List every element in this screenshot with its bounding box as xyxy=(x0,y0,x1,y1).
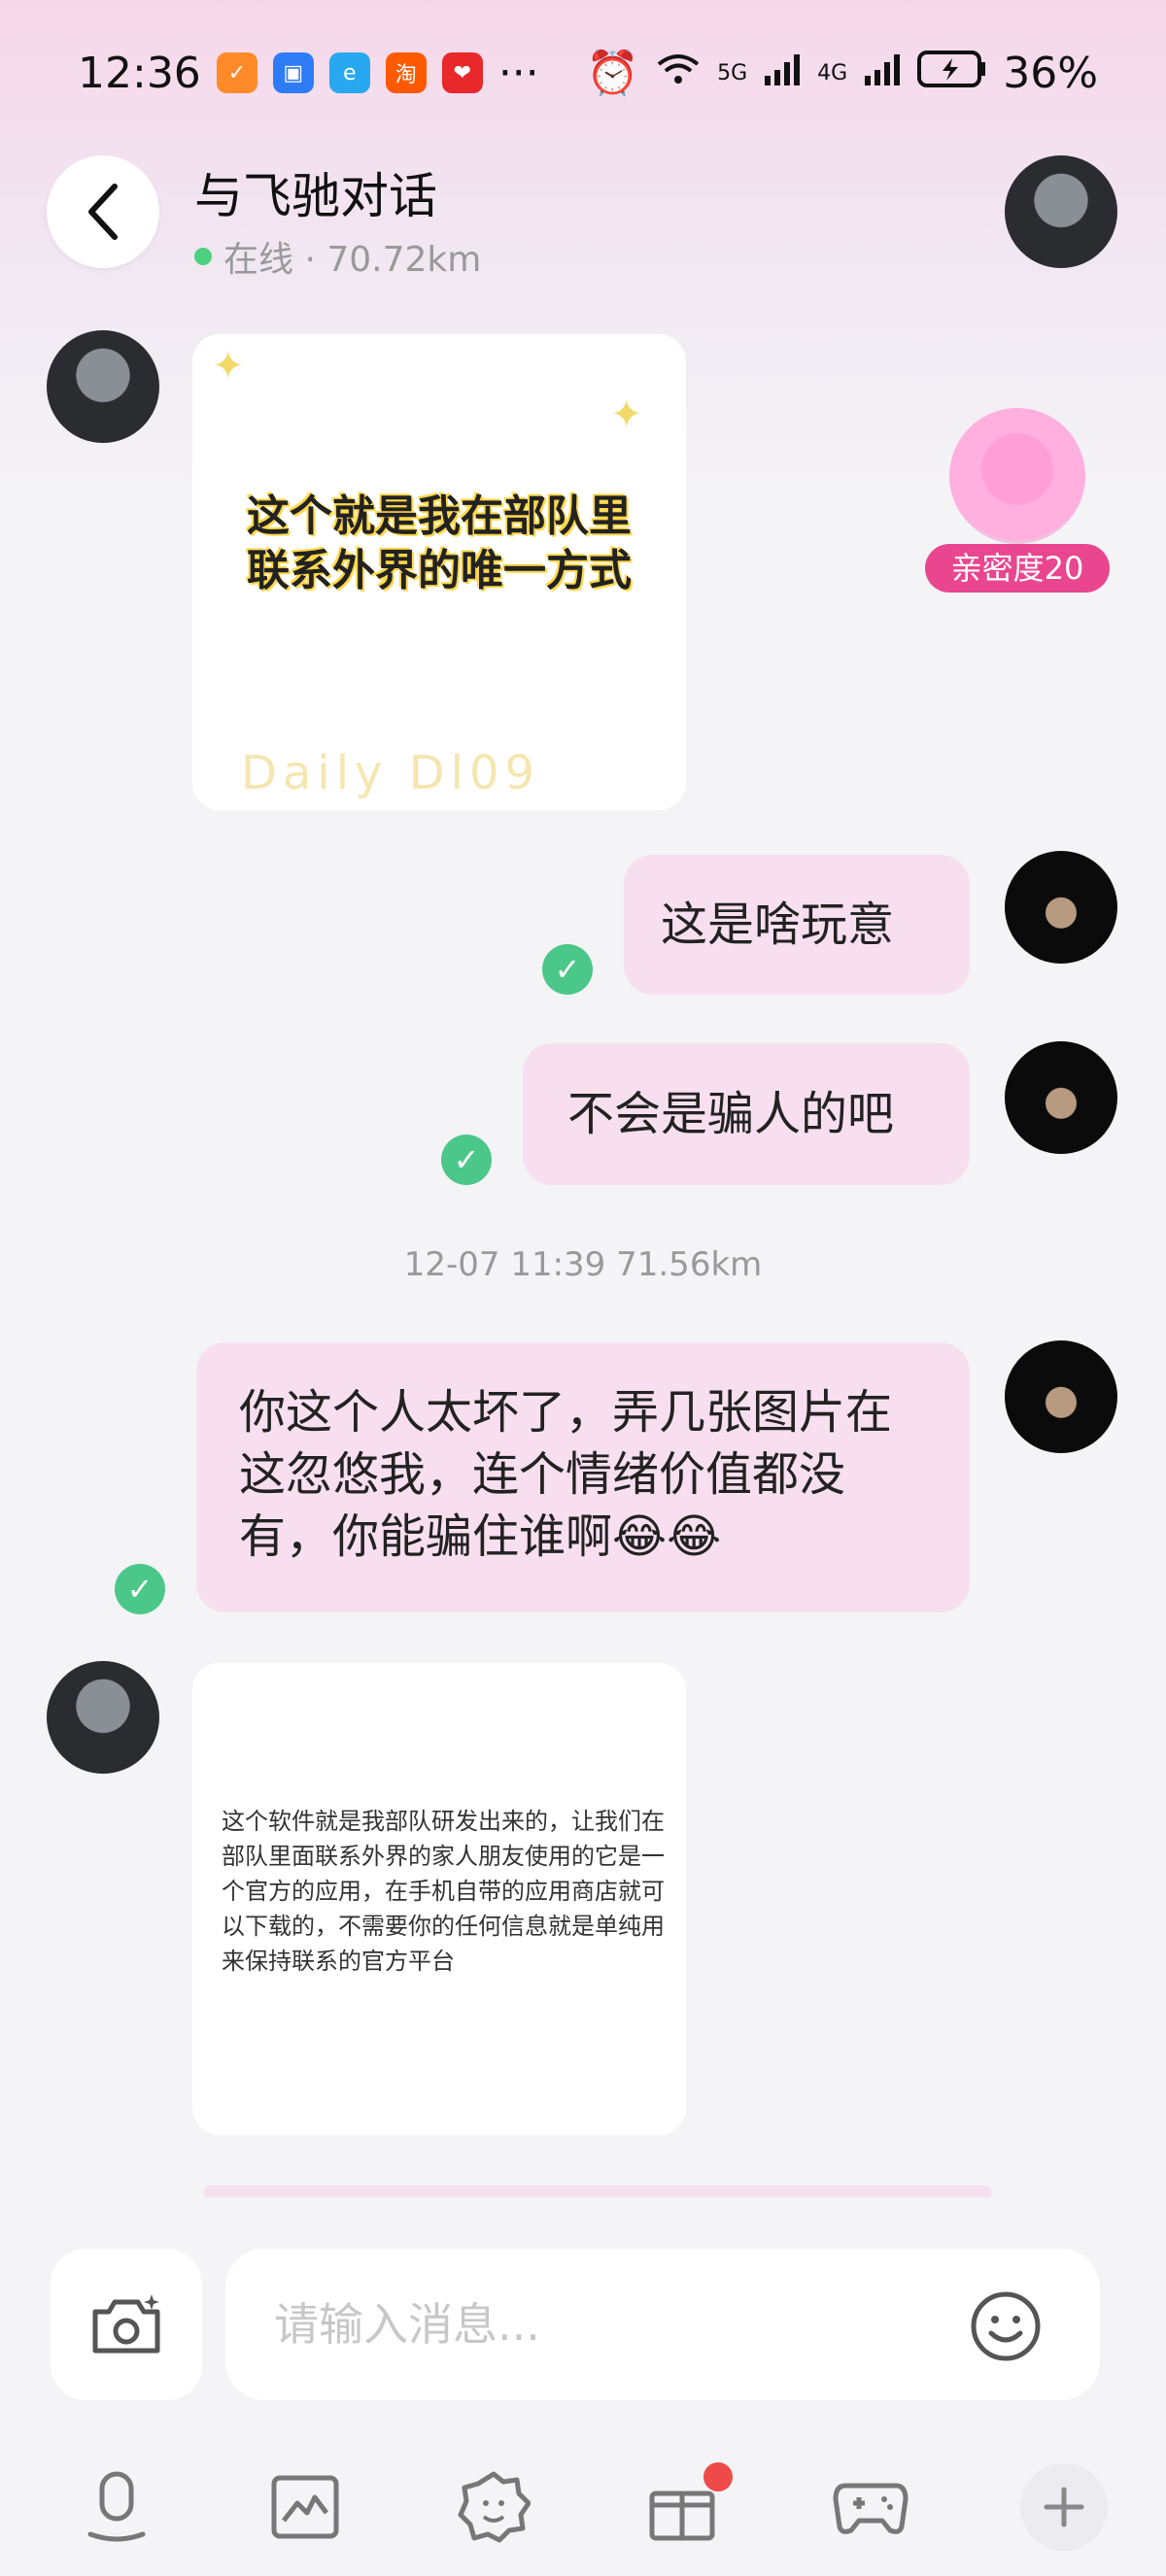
message-input[interactable] xyxy=(225,2249,1100,2400)
signal-icon xyxy=(863,49,902,98)
network-5g-label: 5G xyxy=(717,60,748,85)
sparkle-icon: ✦ xyxy=(212,344,245,389)
image-icon xyxy=(271,2475,339,2539)
received-image-message[interactable]: ✦ ✦ 这个就是我在部队里 联系外界的唯一方式 Daily Dl09 xyxy=(192,334,686,810)
status-right: ⏰ 5G 4G 36% xyxy=(586,48,1098,99)
notification-app-icon: 淘 xyxy=(385,52,427,93)
more-button[interactable] xyxy=(1020,2463,1108,2551)
contact-avatar[interactable] xyxy=(47,1661,159,1774)
page-title: 与飞驰对话 xyxy=(194,168,437,224)
intimacy-badge[interactable]: 亲密度20 xyxy=(925,408,1110,593)
gamepad-icon xyxy=(833,2483,909,2534)
image-caption: 这个就是我在部队里 联系外界的唯一方式 xyxy=(212,490,667,598)
chat-header: 与飞驰对话 在线 · 70.72km xyxy=(0,155,1166,282)
photo-button[interactable] xyxy=(266,2468,344,2546)
message-text: 不会是骗人的吧 xyxy=(567,1087,895,1141)
image-caption-line: 这个就是我在部队里 xyxy=(247,491,632,541)
next-message-peek xyxy=(204,2186,991,2197)
sent-message-bubble[interactable]: 不会是骗人的吧 xyxy=(523,1043,970,1185)
contact-avatar[interactable] xyxy=(47,330,159,443)
network-4g-label: 4G xyxy=(817,60,848,85)
online-dot xyxy=(194,248,212,265)
image-footer-text: Daily Dl09 xyxy=(241,746,541,800)
sent-message-bubble[interactable]: 你这个人太坏了，弄几张图片在这忽悠我，连个情绪价值都没有，你能骗住谁啊😂😂 xyxy=(196,1342,970,1612)
voice-button[interactable] xyxy=(78,2468,155,2546)
plus-icon xyxy=(1044,2487,1084,2527)
emoji-button[interactable] xyxy=(970,2290,1042,2362)
online-status-text: 在线 · 70.72km xyxy=(223,240,482,280)
notification-app-icon: e xyxy=(328,52,370,93)
sparkle-icon: ✦ xyxy=(610,392,643,437)
status-bar: 12:36 ✓ ▣ e 淘 ❤ ··· ⏰ 5G 4G 36% xyxy=(0,0,1166,146)
sent-message-bubble[interactable]: 这是啥玩意 xyxy=(624,855,970,995)
image-caption-line: 联系外界的唯一方式 xyxy=(247,546,632,595)
received-image-message[interactable]: 这个软件就是我部队研发出来的，让我们在部队里面联系外界的家人朋友使用的它是一个官… xyxy=(192,1663,686,2135)
notification-dot xyxy=(703,2462,733,2491)
message-text: 你这个人太坏了，弄几张图片在这忽悠我，连个情绪价值都没有，你能骗住谁啊😂😂 xyxy=(239,1385,893,1564)
notification-app-icon: ❤ xyxy=(441,52,483,93)
camera-button[interactable] xyxy=(51,2249,202,2400)
battery-icon xyxy=(917,49,987,98)
microphone-icon xyxy=(87,2471,146,2542)
message-text: 这是啥玩意 xyxy=(661,898,895,952)
gift-button[interactable] xyxy=(643,2462,733,2546)
battery-level: 36% xyxy=(1003,48,1098,98)
chat-timestamp: 12-07 11:39 71.56km xyxy=(403,1245,763,1284)
my-avatar[interactable] xyxy=(1005,1340,1117,1453)
bottom-toolbar xyxy=(0,2438,1166,2576)
my-avatar[interactable] xyxy=(1005,851,1117,964)
wifi-icon xyxy=(655,49,702,98)
status-left: 12:36 ✓ ▣ e 淘 ❤ ··· xyxy=(78,49,539,98)
read-check-icon: ✓ xyxy=(542,944,593,995)
signal-icon xyxy=(763,49,802,98)
notification-app-icon: ▣ xyxy=(272,52,314,93)
more-notifications-icon: ··· xyxy=(497,48,539,98)
alarm-icon: ⏰ xyxy=(586,49,640,98)
camera-icon xyxy=(92,2294,160,2354)
clock: 12:36 xyxy=(78,48,201,98)
game-button[interactable] xyxy=(832,2468,909,2546)
sticker-face-icon xyxy=(458,2471,531,2543)
input-area xyxy=(0,2205,1166,2400)
card-text: 这个软件就是我部队研发出来的，让我们在部队里面联系外界的家人朋友使用的它是一个官… xyxy=(222,1808,665,1975)
heart-icon xyxy=(949,408,1085,544)
contact-avatar[interactable] xyxy=(1005,155,1117,268)
chevron-left-icon xyxy=(88,184,118,240)
back-button[interactable] xyxy=(47,155,159,268)
read-check-icon: ✓ xyxy=(115,1564,165,1614)
my-avatar[interactable] xyxy=(1005,1041,1117,1154)
intimacy-label: 亲密度20 xyxy=(925,544,1110,593)
emoji-icon xyxy=(971,2291,1041,2361)
sticker-button[interactable] xyxy=(455,2468,532,2546)
notification-app-icon: ✓ xyxy=(216,52,257,93)
online-status: 在线 · 70.72km xyxy=(194,231,481,282)
read-check-icon: ✓ xyxy=(441,1135,492,1185)
